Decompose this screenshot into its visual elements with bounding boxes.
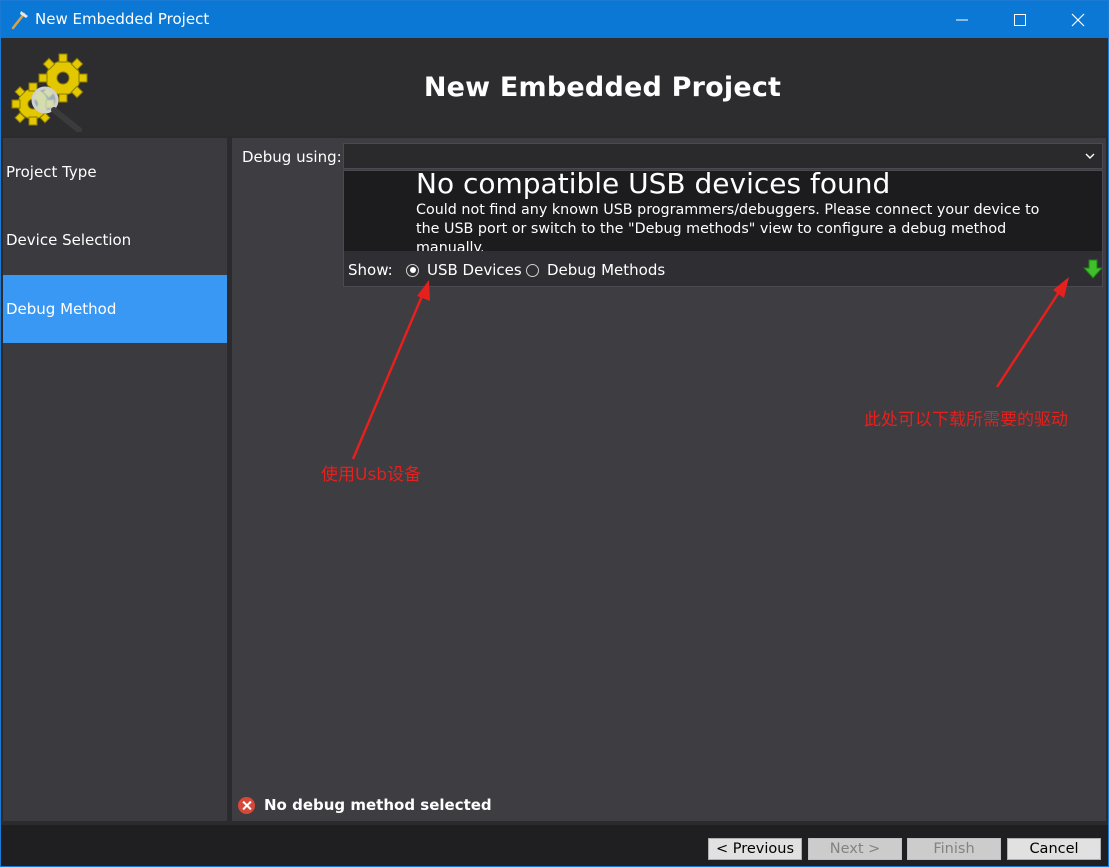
previous-button[interactable]: < Previous: [708, 838, 802, 860]
wizard-footer: < Previous Next > Finish Cancel: [1, 825, 1108, 866]
next-button[interactable]: Next >: [808, 838, 902, 860]
dialog-window: New Embedded Project New Embedded Projec…: [0, 0, 1109, 867]
finish-button[interactable]: Finish: [907, 838, 1001, 860]
cancel-button[interactable]: Cancel: [1007, 838, 1101, 860]
annotation-driver-note: 此处可以下载所需要的驱动: [864, 410, 1068, 430]
annotation-arrows: [351, 277, 1069, 460]
annotation-usb-note: 使用Usb设备: [321, 465, 422, 485]
arrow-to-download-icon: [995, 285, 1065, 388]
arrow-to-usb-devices: [351, 288, 427, 460]
